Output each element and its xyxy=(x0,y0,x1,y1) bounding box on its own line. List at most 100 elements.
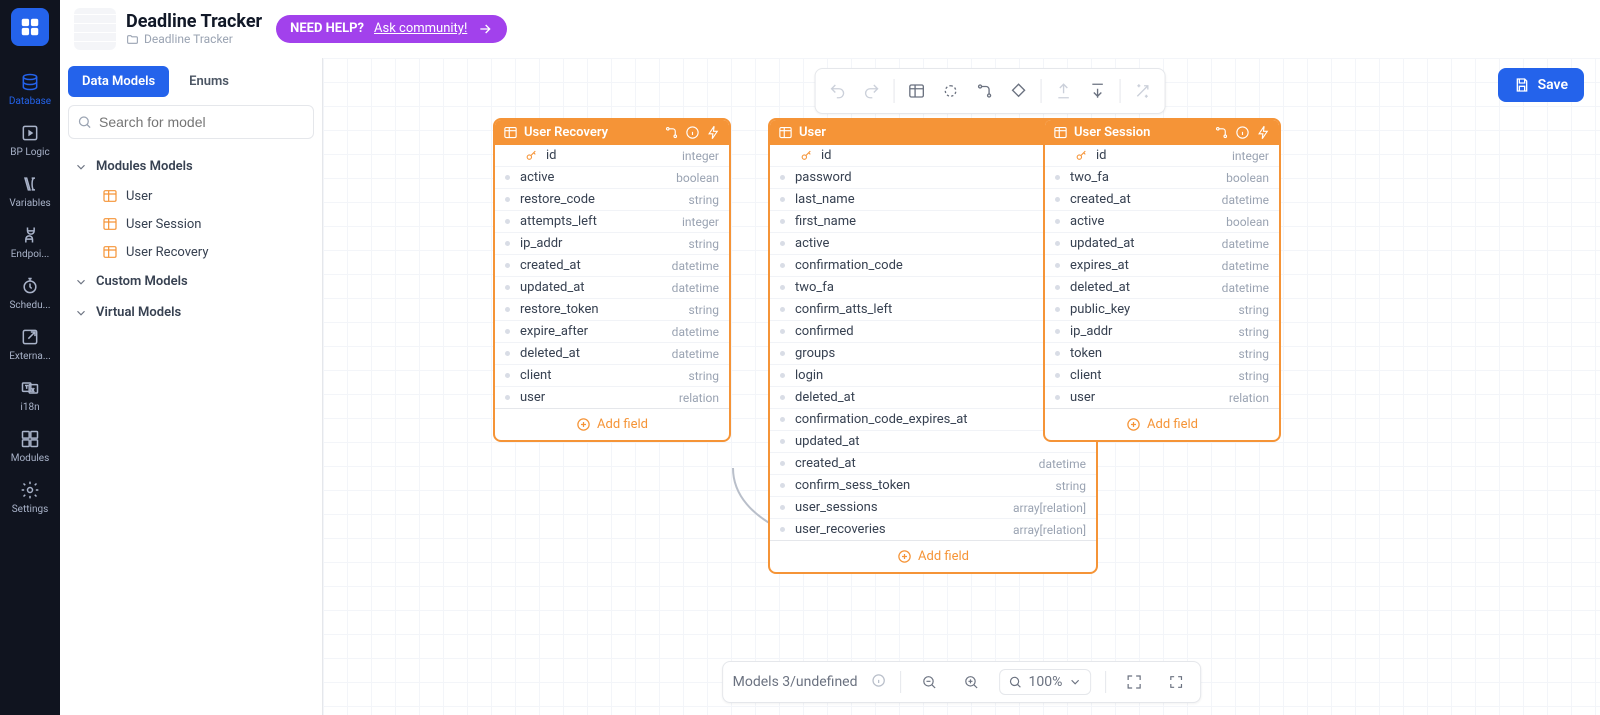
field-dot xyxy=(780,197,785,202)
field-row[interactable]: clientstring xyxy=(1045,365,1279,387)
zoom-select[interactable]: 100% xyxy=(1000,669,1092,695)
magic-button[interactable] xyxy=(1126,75,1158,107)
field-row[interactable]: created_atdatetime xyxy=(495,255,729,277)
nav-modules[interactable]: Modules xyxy=(0,421,60,472)
nav-endpoints[interactable]: Endpoi... xyxy=(0,217,60,268)
model-card-user-session[interactable]: User Session idintegertwo_fabooleancreat… xyxy=(1043,118,1281,442)
nav-i18n[interactable]: i18n xyxy=(0,370,60,421)
lightning-icon[interactable] xyxy=(1256,125,1271,140)
nav-database[interactable]: Database xyxy=(0,64,60,115)
chevron-down-icon xyxy=(74,306,88,320)
relation-icon[interactable] xyxy=(664,125,679,140)
key-icon xyxy=(800,149,813,162)
field-row[interactable]: userrelation xyxy=(495,387,729,409)
nav-variables[interactable]: Variables xyxy=(0,166,60,217)
field-row[interactable]: restore_tokenstring xyxy=(495,299,729,321)
field-row[interactable]: activeboolean xyxy=(495,167,729,189)
nav-scheduler[interactable]: Schedu... xyxy=(0,268,60,319)
fit-button[interactable] xyxy=(1120,668,1148,696)
relation-button[interactable] xyxy=(968,75,1000,107)
field-row[interactable]: user_sessionsarray[relation] xyxy=(770,497,1096,519)
info-icon[interactable] xyxy=(1235,125,1250,140)
import-button[interactable] xyxy=(1081,75,1113,107)
field-row[interactable]: ip_addrstring xyxy=(495,233,729,255)
field-row[interactable]: clientstring xyxy=(495,365,729,387)
field-dot xyxy=(505,175,510,180)
key-icon xyxy=(525,149,538,162)
field-name: expires_at xyxy=(1070,258,1222,273)
field-row[interactable]: two_faboolean xyxy=(1045,167,1279,189)
field-row[interactable]: attempts_leftinteger xyxy=(495,211,729,233)
field-row[interactable]: activeboolean xyxy=(1045,211,1279,233)
status-bar: Models 3/undefined 100% xyxy=(722,661,1202,703)
app-logo[interactable] xyxy=(11,8,49,46)
field-row[interactable]: deleted_atdatetime xyxy=(495,343,729,365)
select-area-button[interactable] xyxy=(934,75,966,107)
group-custom-models[interactable]: Custom Models xyxy=(68,266,314,297)
undo-button[interactable] xyxy=(821,75,853,107)
table-icon xyxy=(102,244,118,260)
field-row[interactable]: idinteger xyxy=(1045,145,1279,167)
save-button[interactable]: Save xyxy=(1498,68,1584,102)
add-field-button[interactable]: Add field xyxy=(495,409,729,440)
field-row[interactable]: confirm_sess_tokenstring xyxy=(770,475,1096,497)
enum-button[interactable] xyxy=(1002,75,1034,107)
nav-settings[interactable]: Settings xyxy=(0,472,60,523)
redo-button[interactable] xyxy=(855,75,887,107)
field-row[interactable]: created_atdatetime xyxy=(770,453,1096,475)
group-virtual-models[interactable]: Virtual Models xyxy=(68,297,314,328)
fullscreen-button[interactable] xyxy=(1162,668,1190,696)
field-row[interactable]: deleted_atdatetime xyxy=(1045,277,1279,299)
plus-circle-icon xyxy=(576,417,591,432)
field-dot xyxy=(780,439,785,444)
tab-enums[interactable]: Enums xyxy=(175,66,243,97)
field-row[interactable]: user_recoveriesarray[relation] xyxy=(770,519,1096,541)
field-type: array[relation] xyxy=(1013,501,1086,515)
search-input[interactable] xyxy=(68,105,314,139)
lightning-icon[interactable] xyxy=(706,125,721,140)
model-card-user-recovery[interactable]: User Recovery idintegeractivebooleanrest… xyxy=(493,118,731,442)
field-dot xyxy=(1055,351,1060,356)
field-name: ip_addr xyxy=(1070,324,1239,339)
tree-item-user-session[interactable]: User Session xyxy=(68,210,314,238)
nav-label: Endpoi... xyxy=(11,249,50,260)
add-field-button[interactable]: Add field xyxy=(1045,409,1279,440)
field-dot xyxy=(780,461,785,466)
field-dot xyxy=(780,351,785,356)
zoom-in-button[interactable] xyxy=(958,668,986,696)
relation-icon[interactable] xyxy=(1214,125,1229,140)
field-row[interactable]: restore_codestring xyxy=(495,189,729,211)
field-dot xyxy=(505,219,510,224)
add-field-button[interactable]: Add field xyxy=(770,541,1096,572)
tree-item-user[interactable]: User xyxy=(68,182,314,210)
field-row[interactable]: public_keystring xyxy=(1045,299,1279,321)
field-row[interactable]: updated_atdatetime xyxy=(495,277,729,299)
help-pill[interactable]: NEED HELP? Ask community! xyxy=(276,15,507,43)
field-row[interactable]: created_atdatetime xyxy=(1045,189,1279,211)
field-dot xyxy=(1055,395,1060,400)
field-row[interactable]: userrelation xyxy=(1045,387,1279,409)
field-type: integer xyxy=(682,215,719,229)
field-type: string xyxy=(1239,369,1269,383)
field-row[interactable]: ip_addrstring xyxy=(1045,321,1279,343)
field-row[interactable]: updated_atdatetime xyxy=(1045,233,1279,255)
card-title: User Recovery xyxy=(524,125,608,140)
field-type: datetime xyxy=(672,347,719,361)
tab-data-models[interactable]: Data Models xyxy=(68,66,169,97)
field-row[interactable]: tokenstring xyxy=(1045,343,1279,365)
field-row[interactable]: expires_atdatetime xyxy=(1045,255,1279,277)
nav-bp-logic[interactable]: BP Logic xyxy=(0,115,60,166)
field-type: string xyxy=(689,303,719,317)
nav-external[interactable]: Externa... xyxy=(0,319,60,370)
zoom-out-button[interactable] xyxy=(916,668,944,696)
group-modules-models[interactable]: Modules Models xyxy=(68,151,314,182)
export-button[interactable] xyxy=(1047,75,1079,107)
ask-community-link[interactable]: Ask community! xyxy=(374,21,467,36)
field-name: id xyxy=(1096,148,1232,163)
info-icon[interactable] xyxy=(685,125,700,140)
field-row[interactable]: idinteger xyxy=(495,145,729,167)
add-model-button[interactable] xyxy=(900,75,932,107)
tree-item-user-recovery[interactable]: User Recovery xyxy=(68,238,314,266)
field-row[interactable]: expire_afterdatetime xyxy=(495,321,729,343)
info-icon[interactable] xyxy=(872,673,887,692)
